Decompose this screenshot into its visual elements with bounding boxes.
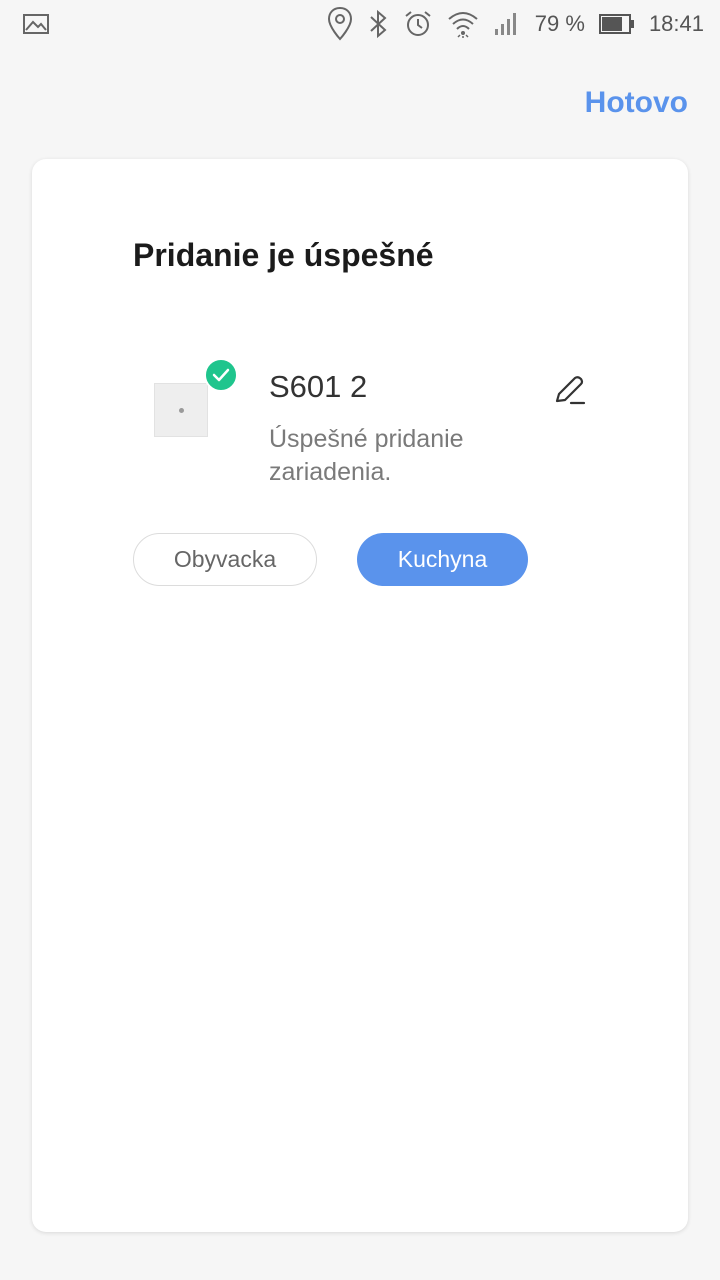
device-image — [178, 407, 184, 413]
gallery-icon — [22, 12, 50, 36]
wifi-icon — [447, 9, 479, 39]
pencil-icon — [555, 376, 586, 405]
bluetooth-icon — [367, 9, 389, 39]
signal-icon — [493, 11, 521, 37]
edit-name-button[interactable] — [550, 371, 590, 411]
result-card: Pridanie je úspešné S601 2 Úspešné prida… — [32, 159, 688, 1232]
status-bar: 79 % 18:41 — [0, 0, 720, 48]
device-name: S601 2 — [269, 369, 368, 404]
check-icon — [204, 358, 238, 392]
room-chip-obyvacka[interactable]: Obyvacka — [133, 533, 317, 586]
done-button[interactable]: Hotovo — [585, 86, 688, 120]
battery-icon — [598, 13, 635, 35]
alarm-icon — [403, 9, 433, 39]
device-thumbnail — [154, 383, 208, 437]
battery-percent: 79 % — [534, 11, 585, 36]
page-title: Pridanie je úspešné — [133, 237, 434, 273]
location-icon — [327, 6, 353, 42]
clock: 18:41 — [648, 11, 704, 36]
device-status: Úspešné pridanie zariadenia. — [269, 425, 464, 486]
room-chip-kuchyna[interactable]: Kuchyna — [357, 533, 528, 586]
